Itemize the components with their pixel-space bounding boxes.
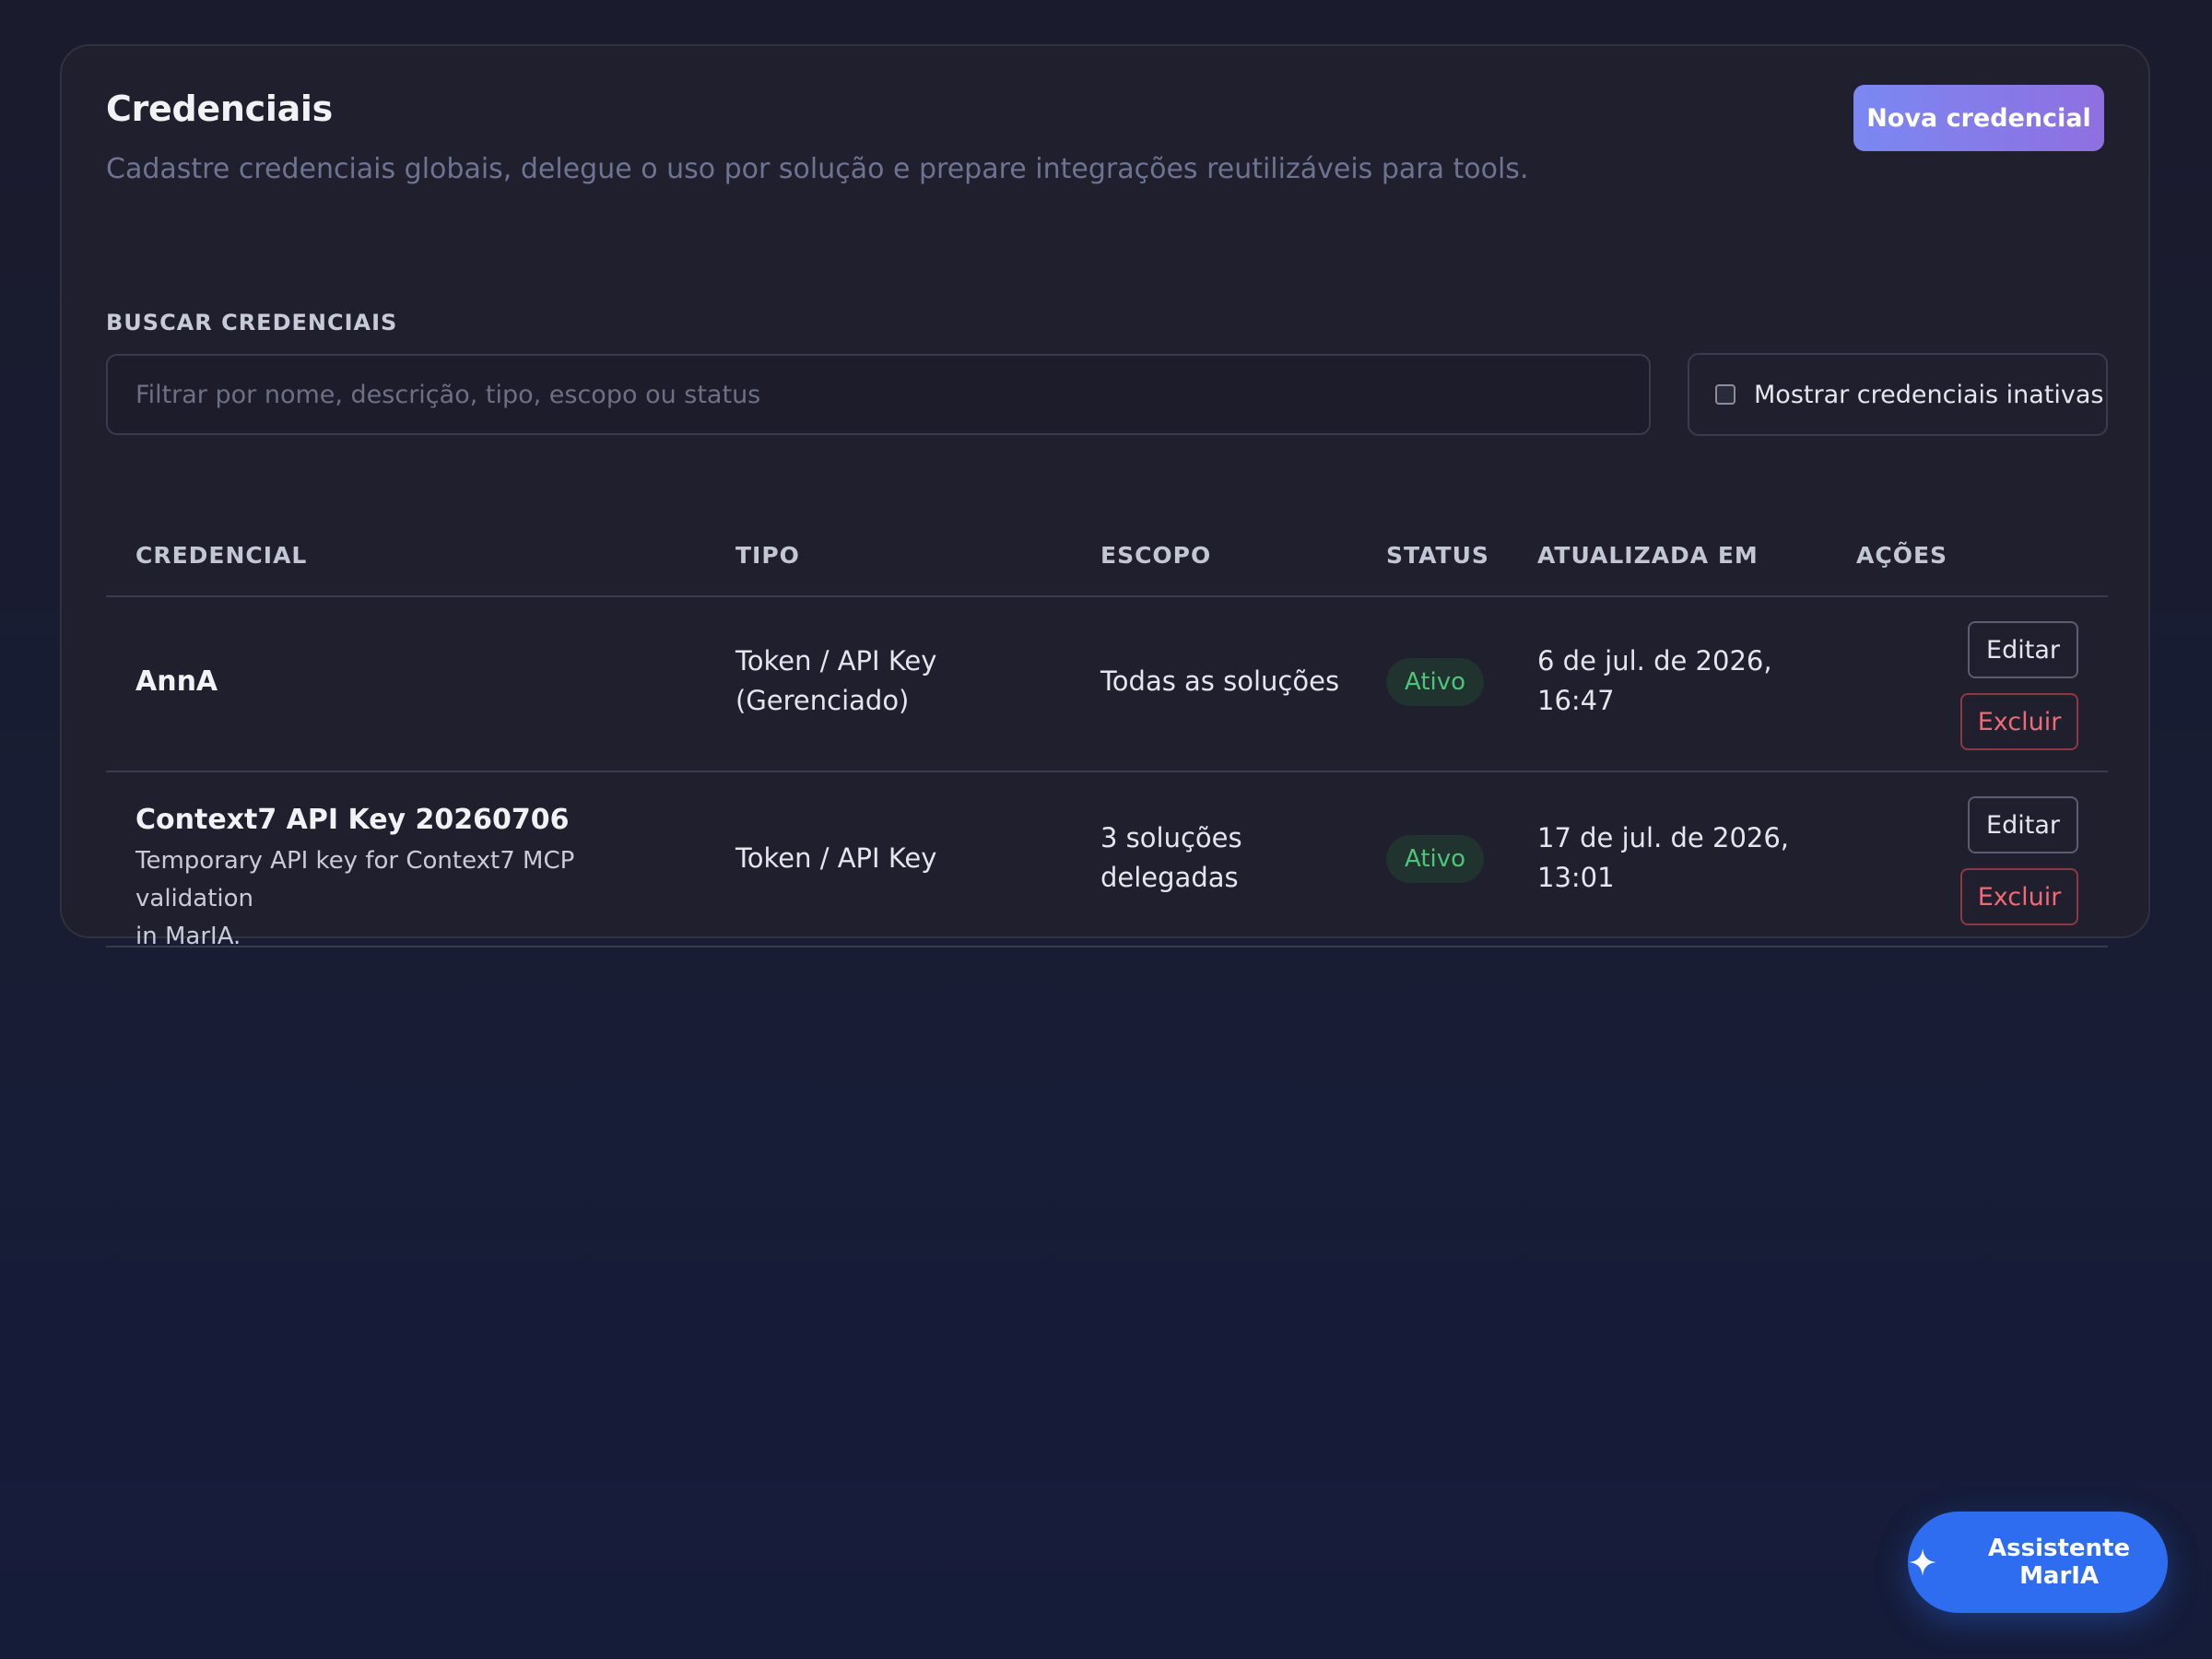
delete-button[interactable]: Excluir — [1960, 868, 2078, 925]
credential-type-line: (Gerenciado) — [735, 685, 910, 716]
updated-date: 17 de jul. de 2026, — [1537, 822, 1790, 853]
updated-time: 16:47 — [1537, 685, 1615, 716]
edit-button[interactable]: Editar — [1968, 621, 2078, 678]
description-line: in MarIA. — [135, 923, 241, 950]
credential-scope-line: 3 soluções — [1100, 822, 1242, 853]
credential-scope: 3 soluções delegadas — [1100, 818, 1242, 898]
show-inactive-label: Mostrar credenciais inativas — [1754, 380, 2104, 409]
credential-name: Context7 API Key 20260706 — [135, 804, 570, 836]
credential-type-line: Token / API Key — [735, 645, 937, 677]
credentials-table: CREDENCIAL TIPO ESCOPO STATUS ATUALIZADA… — [106, 494, 2108, 950]
delete-button[interactable]: Excluir — [1960, 693, 2078, 750]
page-title: Credenciais — [106, 88, 333, 129]
assistant-button[interactable]: Assistente MarIA — [1908, 1512, 2168, 1613]
status-badge: Ativo — [1386, 658, 1485, 706]
show-inactive-checkbox[interactable] — [1715, 384, 1735, 405]
updated-time: 13:01 — [1537, 862, 1615, 893]
page-subtitle: Cadastre credenciais globais, delegue o … — [106, 153, 1529, 185]
credential-scope-line: delegadas — [1100, 862, 1239, 893]
column-header-credencial: CREDENCIAL — [135, 542, 308, 569]
column-header-escopo: ESCOPO — [1100, 542, 1212, 569]
description-line: Temporary API key for Context7 MCP valid… — [135, 847, 575, 912]
credential-name: AnnA — [135, 665, 218, 698]
assistant-label: Assistente MarIA — [1988, 1535, 2131, 1590]
status-badge: Ativo — [1386, 835, 1485, 883]
updated-date: 6 de jul. de 2026, — [1537, 645, 1772, 677]
table-row: AnnA Token / API Key (Gerenciado) Todas … — [106, 597, 2108, 772]
table-row: Context7 API Key 20260706 Temporary API … — [106, 772, 2108, 950]
credential-type: Token / API Key — [735, 842, 937, 874]
edit-button[interactable]: Editar — [1968, 796, 2078, 853]
search-label: BUSCAR CREDENCIAIS — [106, 310, 398, 335]
search-input[interactable] — [106, 354, 1651, 435]
credentials-card: Credenciais Cadastre credenciais globais… — [60, 44, 2150, 950]
table-header: CREDENCIAL TIPO ESCOPO STATUS ATUALIZADA… — [106, 494, 2108, 597]
new-credential-button[interactable]: Nova credencial — [1853, 85, 2104, 151]
sparkle-icon — [1909, 1548, 1936, 1576]
column-header-status: STATUS — [1386, 542, 1489, 569]
credential-description: Temporary API key for Context7 MCP valid… — [135, 842, 652, 956]
column-header-acoes: AÇÕES — [1856, 542, 1948, 569]
credential-scope: Todas as soluções — [1100, 665, 1340, 697]
column-header-atualizada-em: ATUALIZADA EM — [1537, 542, 1759, 569]
credential-type: Token / API Key (Gerenciado) — [735, 641, 936, 721]
credential-updated-at: 17 de jul. de 2026, 13:01 — [1537, 818, 1789, 898]
show-inactive-toggle[interactable]: Mostrar credenciais inativas — [1688, 353, 2108, 436]
column-header-tipo: TIPO — [735, 542, 800, 569]
credential-updated-at: 6 de jul. de 2026, 16:47 — [1537, 641, 1772, 721]
